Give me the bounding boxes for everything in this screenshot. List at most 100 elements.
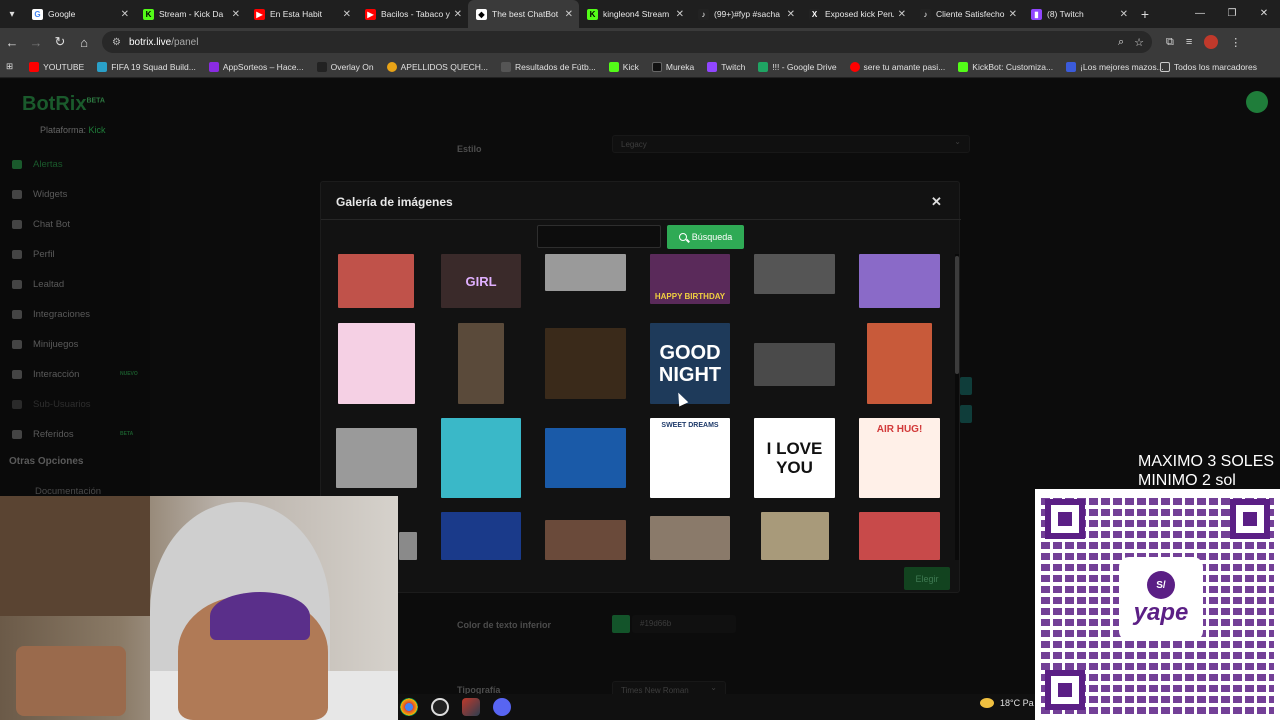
browser-tab[interactable]: G Google ✕ xyxy=(24,0,135,28)
bookmark-item[interactable]: AppSorteos – Hace... xyxy=(208,61,304,72)
search-button[interactable]: Búsqueda xyxy=(667,225,744,249)
back-icon[interactable]: ← xyxy=(0,35,24,50)
bookmark-item[interactable]: KickBot: Customiza... xyxy=(958,61,1053,72)
restore-icon[interactable]: ❐ xyxy=(1216,0,1248,28)
sidebar-item-referidos[interactable]: Referidos BETA xyxy=(12,419,150,449)
close-icon[interactable]: ✕ xyxy=(454,9,462,20)
gif-thumbnail[interactable] xyxy=(338,323,415,404)
browser-tab[interactable]: ▶ En Esta Habit ✕ xyxy=(246,0,357,28)
sidebar-item-sub-usuarios[interactable]: Sub-Usuarios xyxy=(12,389,150,419)
close-icon[interactable]: ✕ xyxy=(676,9,684,20)
gif-thumbnail[interactable]: SWEET DREAMS xyxy=(650,418,730,498)
gif-thumbnail[interactable] xyxy=(441,418,521,498)
gif-thumbnail[interactable] xyxy=(859,512,940,560)
choose-button[interactable]: Elegir xyxy=(904,567,950,590)
gif-thumbnail[interactable] xyxy=(545,254,626,291)
apps-icon[interactable]: ⊞ xyxy=(6,61,13,72)
browser-tab-active[interactable]: ◆ The best ChatBot ✕ xyxy=(468,0,579,28)
close-icon[interactable]: ✕ xyxy=(898,9,906,20)
gif-thumbnail[interactable] xyxy=(761,512,829,560)
bookmark-item[interactable]: Resultados de Fútb... xyxy=(501,61,596,72)
discord-icon[interactable] xyxy=(493,698,511,716)
browser-tab[interactable]: ♪ (99+)#fyp #sacha ✕ xyxy=(690,0,801,28)
gif-thumbnail[interactable]: GIRL xyxy=(441,254,521,308)
gif-thumbnail[interactable] xyxy=(867,323,932,404)
obs-icon[interactable] xyxy=(431,698,449,716)
gif-thumbnail[interactable] xyxy=(754,343,835,386)
browser-tab[interactable]: ▮ (8) Twitch ✕ xyxy=(1023,0,1134,28)
close-icon[interactable]: ✕ xyxy=(121,9,129,20)
browser-tab[interactable]: X Exposed kick Peru ✕ xyxy=(801,0,912,28)
gif-thumbnail[interactable]: GOOD NIGHT xyxy=(650,323,730,404)
chrome-icon[interactable] xyxy=(400,698,418,716)
tab-search-button[interactable]: ▾ xyxy=(0,0,24,28)
all-bookmarks-folder[interactable]: Todos los marcadores xyxy=(1159,61,1257,72)
app-icon[interactable] xyxy=(462,698,480,716)
bookmark-item[interactable]: APELLIDOS QUECH... xyxy=(386,61,488,72)
bookmark-item[interactable]: Twitch xyxy=(707,61,745,72)
color-texto-inferior-input[interactable]: #19d66b xyxy=(632,615,736,633)
gif-thumbnail[interactable] xyxy=(338,254,414,308)
sidebar-item-lealtad[interactable]: Lealtad xyxy=(12,269,150,299)
sidebar-item-interaccion[interactable]: Interacción NUEVO xyxy=(12,359,150,389)
browser-tab[interactable]: ♪ Cliente Satisfecho ✕ xyxy=(912,0,1023,28)
estilo-select[interactable]: Legacy xyxy=(612,135,970,153)
gif-thumbnail[interactable] xyxy=(650,516,730,560)
reload-icon[interactable]: ↻ xyxy=(48,34,72,50)
new-tab-button[interactable]: + xyxy=(1134,6,1156,22)
color-swatch[interactable] xyxy=(612,615,630,633)
gif-thumbnail[interactable] xyxy=(545,428,626,488)
site-info-icon[interactable]: ⚙ xyxy=(112,37,121,48)
sidebar-item-perfil[interactable]: Perfil xyxy=(12,239,150,269)
browser-tab[interactable]: ▶ Bacilos - Tabaco y ✕ xyxy=(357,0,468,28)
close-icon[interactable]: ✕ xyxy=(1009,9,1017,20)
gallery-search-input[interactable] xyxy=(537,225,661,248)
extensions-icon[interactable]: ⧉ xyxy=(1166,36,1174,49)
bookmark-item[interactable]: Mureka xyxy=(651,61,694,72)
gif-thumbnail[interactable] xyxy=(545,328,626,399)
gif-thumbnail[interactable]: AIR HUG! xyxy=(859,418,940,498)
browser-tab[interactable]: K kingleon4 Stream ✕ xyxy=(579,0,690,28)
close-window-icon[interactable]: ✕ xyxy=(1248,0,1280,28)
sidebar-item-widgets[interactable]: Widgets xyxy=(12,179,150,209)
address-bar[interactable]: ⚙ botrix.live/panel ⌕ ☆ xyxy=(102,31,1152,53)
media-icon[interactable]: ≡ xyxy=(1186,36,1192,48)
sidebar-item-alertas[interactable]: Alertas xyxy=(12,149,150,179)
bookmark-item[interactable]: ¡Los mejores mazos... xyxy=(1066,61,1164,72)
gif-thumbnail[interactable] xyxy=(859,254,940,308)
menu-icon[interactable]: ⋮ xyxy=(1230,36,1241,49)
close-icon[interactable]: ✕ xyxy=(343,9,351,20)
minimize-icon[interactable]: — xyxy=(1184,0,1216,28)
bookmark-item[interactable]: FIFA 19 Squad Build... xyxy=(97,61,196,72)
forward-icon[interactable]: → xyxy=(24,35,48,50)
bookmark-item[interactable]: Overlay On xyxy=(316,61,374,72)
gif-thumbnail[interactable] xyxy=(399,532,417,560)
bookmark-item[interactable]: Kick xyxy=(608,61,639,72)
bookmark-item[interactable]: YOUTUBE xyxy=(29,61,84,72)
sidebar-item-chat-bot[interactable]: Chat Bot xyxy=(12,209,150,239)
close-icon[interactable]: ✕ xyxy=(232,9,240,20)
gif-thumbnail[interactable] xyxy=(545,520,626,560)
bookmark-star-icon[interactable]: ☆ xyxy=(1134,36,1144,49)
gallery-scrollbar-thumb[interactable] xyxy=(955,256,959,374)
browser-tab[interactable]: K Stream - Kick Da ✕ xyxy=(135,0,246,28)
sidebar-item-minijuegos[interactable]: Minijuegos xyxy=(12,329,150,359)
gif-thumbnail[interactable]: I LOVE YOU xyxy=(754,418,835,498)
gif-thumbnail[interactable] xyxy=(336,428,417,488)
close-icon[interactable]: ✕ xyxy=(1120,9,1128,20)
bookmark-item[interactable]: !!! - Google Drive xyxy=(758,61,837,72)
close-icon[interactable]: ✕ xyxy=(787,9,795,20)
gif-thumbnail[interactable] xyxy=(441,512,521,560)
gif-thumbnail[interactable]: HAPPY BIRTHDAY xyxy=(650,254,730,304)
bookmark-item[interactable]: sere tu amante pasi... xyxy=(849,61,945,72)
profile-avatar[interactable] xyxy=(1204,35,1219,49)
gif-thumbnail[interactable] xyxy=(458,323,504,404)
zoom-icon[interactable]: ⌕ xyxy=(1118,36,1124,49)
user-avatar[interactable] xyxy=(1246,91,1268,113)
sidebar-item-integraciones[interactable]: Integraciones xyxy=(12,299,150,329)
close-icon[interactable]: ✕ xyxy=(931,194,942,210)
close-icon[interactable]: ✕ xyxy=(565,9,573,20)
gif-thumbnail[interactable] xyxy=(754,254,835,294)
botrix-logo[interactable]: BotRixBETA xyxy=(22,93,105,116)
home-icon[interactable]: ⌂ xyxy=(72,35,96,50)
